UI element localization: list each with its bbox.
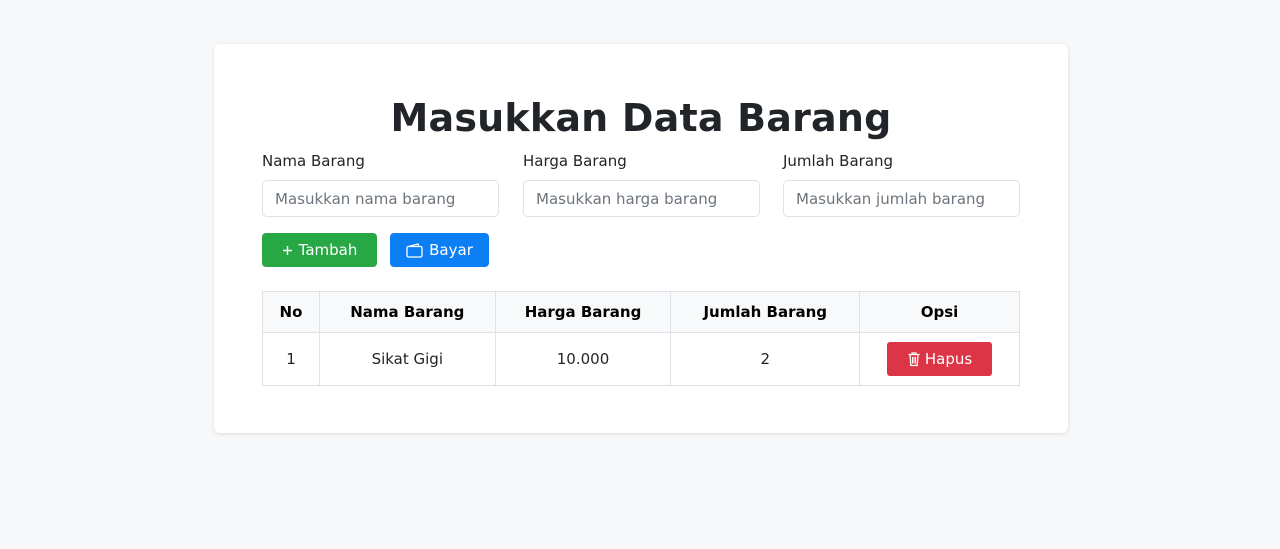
cell-no: 1 — [262, 332, 320, 386]
wallet-icon — [406, 242, 423, 258]
header-no: No — [262, 291, 320, 333]
tambah-button[interactable]: Tambah — [262, 233, 377, 267]
jumlah-barang-input[interactable] — [783, 180, 1020, 217]
jumlah-barang-label: Jumlah Barang — [783, 152, 894, 170]
bayar-button[interactable]: Bayar — [390, 233, 489, 267]
trash-icon — [907, 351, 921, 367]
cell-jumlah-barang: 2 — [670, 332, 861, 386]
table-header-row: No Nama Barang Harga Barang Jumlah Baran… — [262, 291, 1020, 333]
header-jumlah-barang: Jumlah Barang — [670, 291, 861, 333]
page-title: Masukkan Data Barang — [390, 96, 892, 140]
hapus-button[interactable]: Hapus — [887, 342, 993, 376]
nama-barang-input[interactable] — [262, 180, 499, 217]
cell-opsi: Hapus — [859, 332, 1020, 386]
plus-icon — [282, 245, 293, 256]
harga-barang-label: Harga Barang — [523, 152, 627, 170]
hapus-label: Hapus — [924, 350, 973, 368]
cell-nama-barang: Sikat Gigi — [318, 332, 496, 386]
bayar-label: Bayar — [429, 241, 473, 259]
main-card: Masukkan Data Barang Nama Barang Harga B… — [214, 44, 1068, 433]
harga-barang-input[interactable] — [523, 180, 760, 217]
nama-barang-field: Nama Barang — [262, 151, 499, 217]
tambah-label: Tambah — [298, 241, 358, 259]
table-row: 1 Sikat Gigi 10.000 2 Hapus — [262, 332, 1020, 386]
cell-harga-barang: 10.000 — [494, 332, 672, 386]
jumlah-barang-field: Jumlah Barang — [783, 151, 1020, 217]
harga-barang-field: Harga Barang — [523, 151, 760, 217]
items-table: No Nama Barang Harga Barang Jumlah Baran… — [262, 291, 1020, 386]
header-nama-barang: Nama Barang — [318, 291, 496, 333]
nama-barang-label: Nama Barang — [262, 152, 365, 170]
header-harga-barang: Harga Barang — [494, 291, 672, 333]
header-opsi: Opsi — [859, 291, 1020, 333]
